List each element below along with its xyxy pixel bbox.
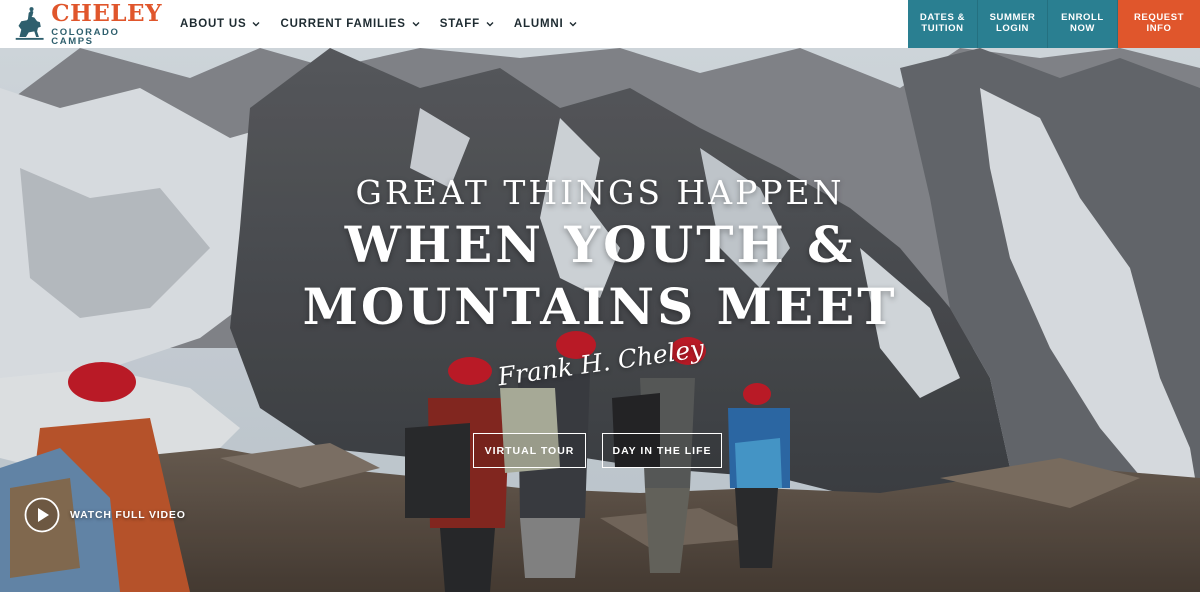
nav-about-us-label: ABOUT US [180,18,247,30]
brand-subtitle: COLORADO CAMPS [51,26,120,47]
play-icon [24,497,60,533]
hero-section: GREAT THINGS HAPPEN WHEN YOUTH & MOUNTAI… [0,48,1200,592]
watch-full-video-label: WATCH FULL VIDEO [70,509,186,521]
hero-line-2: WHEN YOUTH & [344,215,856,274]
site-logo[interactable]: CHELEY COLORADO CAMPS [12,0,162,47]
nav-staff[interactable]: STAFF [440,18,494,30]
watch-full-video-button[interactable]: WATCH FULL VIDEO [24,497,186,533]
virtual-tour-button[interactable]: VIRTUAL TOUR [473,433,586,468]
chevron-down-icon [486,22,494,27]
rider-logo-icon [15,7,44,40]
chevron-down-icon [569,22,577,27]
header-cta-group: DATES & TUITION SUMMER LOGIN ENROLL NOW … [908,0,1200,48]
site-header: CHELEY COLORADO CAMPS ABOUT US CURRENT F… [0,0,1200,48]
nav-alumni[interactable]: ALUMNI [514,18,578,30]
brand-name: CHELEY [51,0,162,27]
enroll-now-button[interactable]: ENROLL NOW [1048,0,1118,48]
nav-current-families[interactable]: CURRENT FAMILIES [280,18,420,30]
main-nav: ABOUT US CURRENT FAMILIES STAFF ALUMNI [180,0,597,48]
nav-current-families-label: CURRENT FAMILIES [280,18,406,30]
nav-staff-label: STAFF [439,18,480,30]
day-in-the-life-button[interactable]: DAY IN THE LIFE [602,433,722,468]
chevron-down-icon [252,22,260,27]
hero-line-3: MOUNTAINS MEET [302,277,898,336]
hero-headline: GREAT THINGS HAPPEN WHEN YOUTH & MOUNTAI… [0,172,1200,338]
nav-alumni-label: ALUMNI [513,18,564,30]
dates-tuition-button[interactable]: DATES & TUITION [908,0,978,48]
summer-login-button[interactable]: SUMMER LOGIN [978,0,1048,48]
request-info-button[interactable]: REQUEST INFO [1118,0,1200,48]
hero-line-1: GREAT THINGS HAPPEN [355,173,845,212]
chevron-down-icon [412,22,420,27]
nav-about-us[interactable]: ABOUT US [180,18,260,30]
